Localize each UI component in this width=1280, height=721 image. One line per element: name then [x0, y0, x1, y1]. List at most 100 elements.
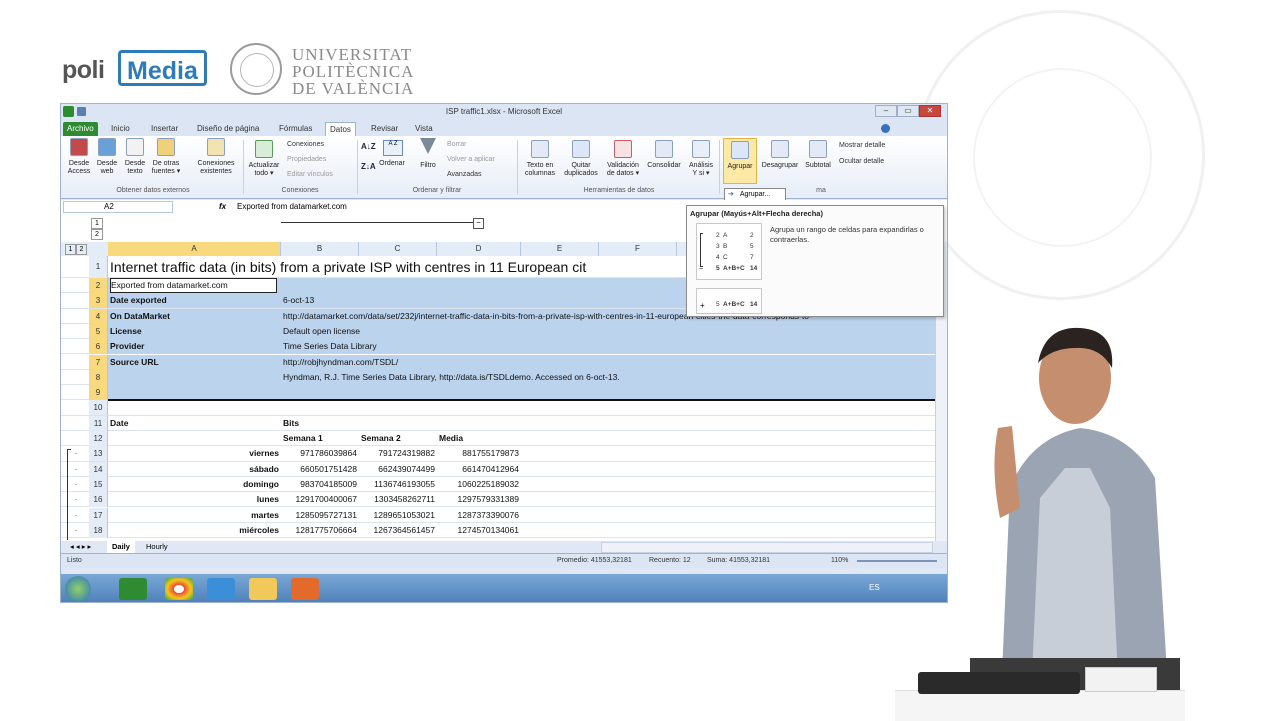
cell-a13[interactable]: viernes: [110, 446, 279, 461]
collapse-group-icon[interactable]: −: [473, 218, 484, 229]
taskbar-chrome-icon[interactable]: [165, 578, 193, 600]
row-outline-level-2[interactable]: 2: [76, 244, 87, 255]
tab-archivo[interactable]: Archivo: [63, 122, 98, 136]
language-indicator[interactable]: ES: [869, 583, 880, 592]
row-number[interactable]: 2: [89, 278, 108, 293]
row-number[interactable]: 4: [89, 308, 108, 324]
cell-b3[interactable]: 6-oct-13: [283, 293, 314, 308]
advanced-filter-button[interactable]: Avanzadas: [447, 170, 482, 179]
status-sum[interactable]: Suma: 41553,32181: [707, 554, 770, 568]
show-detail-button[interactable]: Mostrar detalle: [839, 141, 885, 150]
status-average[interactable]: Promedio: 41553,32181: [557, 554, 632, 568]
cell-b12[interactable]: Semana 1: [283, 431, 323, 446]
cell-c15[interactable]: 1136746193055: [361, 477, 435, 492]
row-number[interactable]: 17: [89, 507, 108, 523]
tab-inicio[interactable]: Inicio: [107, 122, 134, 136]
cell-c14[interactable]: 662439074499: [361, 462, 435, 477]
cell-c13[interactable]: 791724319882: [361, 446, 435, 461]
row-number[interactable]: 5: [89, 323, 108, 339]
hide-detail-button[interactable]: Ocultar detalle: [839, 157, 884, 166]
row-number[interactable]: 3: [89, 293, 108, 309]
sheet-tab-hourly[interactable]: Hourly: [141, 541, 173, 553]
cell-a16[interactable]: lunes: [110, 492, 279, 507]
status-zoom[interactable]: 110%: [831, 554, 848, 568]
row-number[interactable]: 8: [89, 369, 108, 385]
cell-d15[interactable]: 1060225189032: [439, 477, 519, 492]
cell-d14[interactable]: 661470412964: [439, 462, 519, 477]
sort-button[interactable]: Ordenar: [375, 160, 409, 168]
cell-b18[interactable]: 1281775706664: [283, 523, 357, 538]
row-outline-level-1[interactable]: 1: [65, 244, 76, 255]
cell-d13[interactable]: 881755179873: [439, 446, 519, 461]
tab-vista[interactable]: Vista: [411, 122, 437, 136]
cell-b11[interactable]: Bits: [283, 416, 299, 431]
taskbar-media-icon[interactable]: [291, 578, 319, 600]
row-number[interactable]: 9: [89, 385, 108, 401]
sort-az-icon[interactable]: A↓Z: [361, 142, 376, 151]
cell-b14[interactable]: 660501751428: [283, 462, 357, 477]
cell-a1[interactable]: Internet traffic data (in bits) from a p…: [110, 256, 586, 278]
taskbar-ie-icon[interactable]: [207, 578, 235, 600]
horizontal-scrollbar[interactable]: [601, 542, 933, 553]
cell-a14[interactable]: sábado: [110, 462, 279, 477]
cell-d16[interactable]: 1297579331389: [439, 492, 519, 507]
row-number[interactable]: 12: [89, 431, 108, 446]
clear-filter-button[interactable]: Borrar: [447, 140, 466, 149]
column-header-f[interactable]: F: [599, 242, 677, 256]
cell-a7[interactable]: Source URL: [110, 355, 159, 370]
column-header-b[interactable]: B: [281, 242, 359, 256]
name-box[interactable]: A2: [63, 201, 173, 213]
cell-c18[interactable]: 1267364561457: [361, 523, 435, 538]
reapply-filter-button[interactable]: Volver a aplicar: [447, 155, 495, 164]
help-icon[interactable]: [881, 124, 890, 133]
cell-a17[interactable]: martes: [110, 508, 279, 523]
cell-d12[interactable]: Media: [439, 431, 463, 446]
cell-c12[interactable]: Semana 2: [361, 431, 401, 446]
column-header-a[interactable]: A: [108, 242, 281, 256]
row-number[interactable]: 15: [89, 476, 108, 492]
close-button[interactable]: ✕: [919, 105, 941, 117]
sheet-tab-daily[interactable]: Daily: [107, 541, 135, 553]
row-number[interactable]: 11: [89, 415, 108, 431]
taskbar-excel-icon[interactable]: [119, 578, 147, 600]
connections-button[interactable]: Conexiones: [287, 140, 324, 149]
row-number[interactable]: 14: [89, 461, 108, 477]
row-number[interactable]: 6: [89, 339, 108, 355]
minimize-button[interactable]: –: [875, 105, 897, 117]
row-number[interactable]: 18: [89, 522, 108, 538]
cell-b17[interactable]: 1285095727131: [283, 508, 357, 523]
column-outline-level-1[interactable]: 1: [91, 218, 103, 229]
row-number[interactable]: 16: [89, 492, 108, 508]
cell-a18[interactable]: miércoles: [110, 523, 279, 538]
cell-b13[interactable]: 971786039864: [283, 446, 357, 461]
row-number[interactable]: 13: [89, 446, 108, 462]
cell-a6[interactable]: Provider: [110, 339, 145, 354]
row-number[interactable]: 10: [89, 400, 108, 416]
cell-b8[interactable]: Hyndman, R.J. Time Series Data Library, …: [283, 370, 620, 385]
tab-insertar[interactable]: Insertar: [147, 122, 182, 136]
sheet-nav-icon[interactable]: ◂ ◂ ▸ ▸: [65, 541, 96, 553]
cell-a11[interactable]: Date: [110, 416, 128, 431]
column-outline-level-2[interactable]: 2: [91, 229, 103, 240]
row-number[interactable]: 1: [89, 256, 108, 278]
cell-a15[interactable]: domingo: [110, 477, 279, 492]
cell-d17[interactable]: 1287373390076: [439, 508, 519, 523]
row-number[interactable]: 7: [89, 354, 108, 370]
properties-button[interactable]: Propiedades: [287, 155, 326, 164]
cell-b5[interactable]: Default open license: [283, 324, 360, 339]
edit-links-button[interactable]: Editar vínculos: [287, 170, 333, 179]
cell-a4[interactable]: On DataMarket: [110, 309, 170, 324]
tab-datos[interactable]: Datos: [325, 122, 356, 136]
cell-a3[interactable]: Date exported: [110, 293, 167, 308]
group-submenu-item[interactable]: Agrupar...: [740, 191, 770, 198]
maximize-button[interactable]: ▭: [897, 105, 919, 117]
tab-revisar[interactable]: Revisar: [367, 122, 402, 136]
cell-a2[interactable]: Exported from datamarket.com: [110, 278, 277, 293]
tab-diseno-pagina[interactable]: Diseño de página: [193, 122, 263, 136]
cell-c16[interactable]: 1303458262711: [361, 492, 435, 507]
cell-a5[interactable]: License: [110, 324, 142, 339]
status-count[interactable]: Recuento: 12: [649, 554, 691, 568]
start-button-icon[interactable]: [65, 576, 91, 602]
column-header-e[interactable]: E: [521, 242, 599, 256]
cell-c17[interactable]: 1289651053021: [361, 508, 435, 523]
